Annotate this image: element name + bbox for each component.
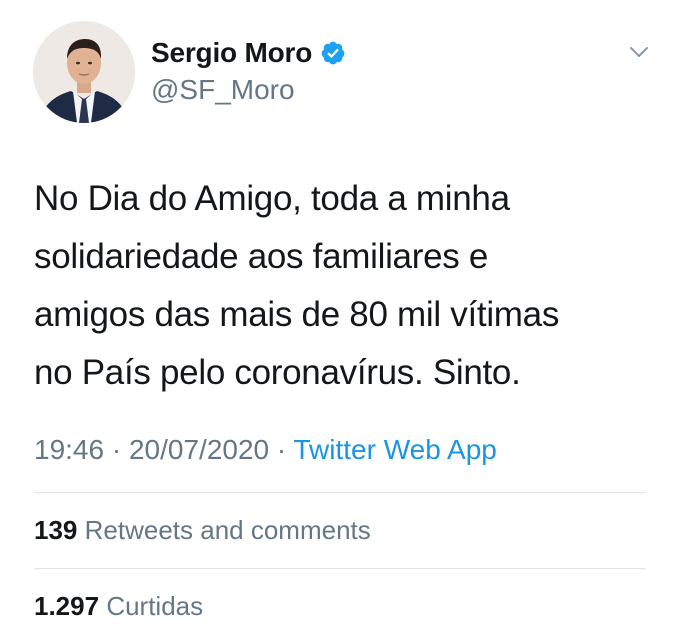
tweet-date[interactable]: 20/07/2020	[129, 434, 269, 465]
divider	[34, 492, 646, 493]
tweet-source-link[interactable]: Twitter Web App	[294, 434, 497, 465]
retweets-count: 139	[34, 515, 78, 545]
likes-label: Curtidas	[106, 591, 204, 621]
meta-separator: ·	[111, 434, 122, 465]
chevron-down-icon[interactable]	[627, 42, 651, 62]
tweet-text-line: solidariedade aos familiares e	[34, 237, 489, 276]
retweets-label: Retweets and comments	[84, 515, 371, 545]
tweet-text-line: amigos das mais de 80 mil vítimas	[34, 295, 560, 334]
display-name[interactable]: Sergio Moro	[151, 36, 312, 70]
divider	[34, 568, 646, 569]
tweet-time[interactable]: 19:46	[34, 434, 104, 465]
meta-separator: ·	[276, 434, 287, 465]
tweet-card: Sergio Moro @SF_Moro No Dia do Amigo, to…	[0, 0, 680, 641]
tweet-metadata: 19:46 · 20/07/2020 · Twitter Web App	[34, 432, 497, 468]
avatar[interactable]	[33, 21, 135, 123]
tweet-text-line: No Dia do Amigo, toda a minha	[34, 179, 510, 218]
user-handle[interactable]: @SF_Moro	[151, 73, 295, 107]
verified-badge-icon	[320, 40, 346, 66]
avatar-photo	[33, 21, 135, 123]
likes-stat[interactable]: 1.297 Curtidas	[34, 589, 203, 623]
tweet-text: No Dia do Amigo, toda a minha solidaried…	[34, 170, 664, 402]
tweet-text-line: no País pelo coronavírus. Sinto.	[34, 353, 521, 392]
likes-count: 1.297	[34, 591, 100, 621]
retweets-stat[interactable]: 139 Retweets and comments	[34, 513, 371, 547]
user-name-row[interactable]: Sergio Moro	[151, 36, 346, 70]
